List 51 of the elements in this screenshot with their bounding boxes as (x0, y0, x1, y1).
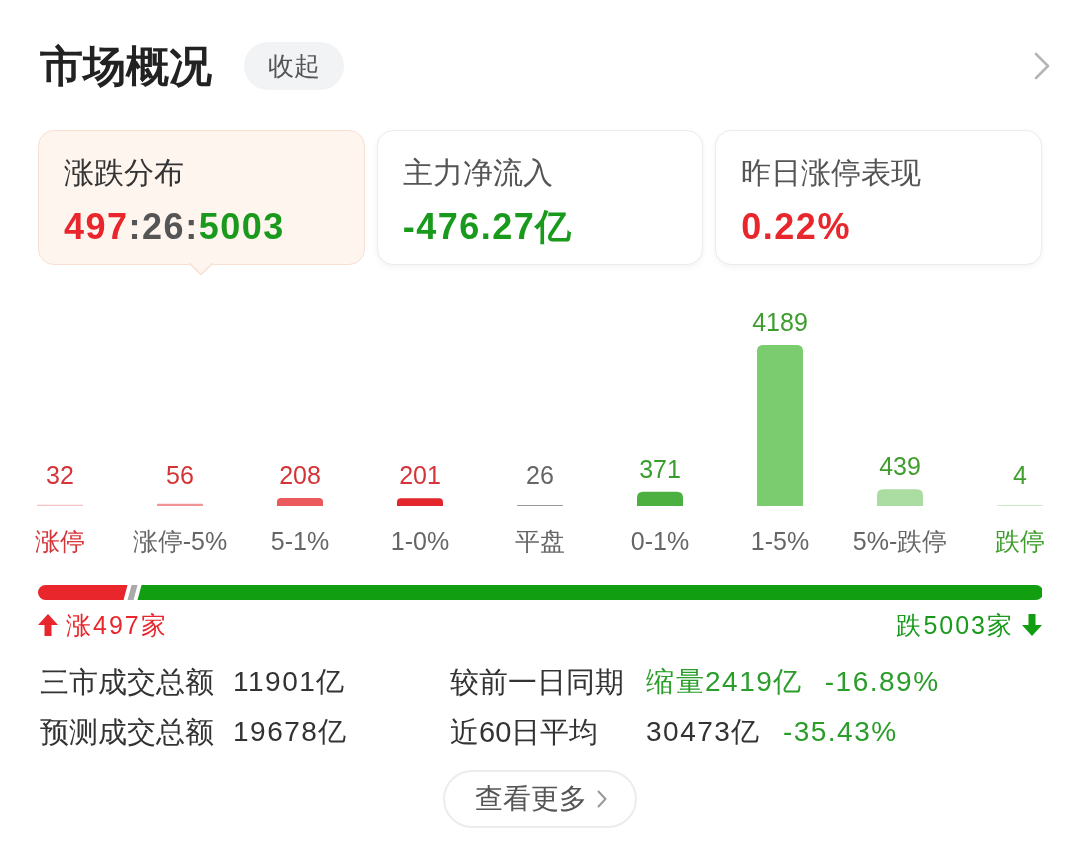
chevron-right-icon (597, 790, 607, 808)
card-value: 0.22% (741, 205, 851, 249)
category-label: 平盘 (515, 527, 565, 555)
value-label: 201 (399, 461, 441, 489)
fall-count-label: 跌5003家 (896, 609, 1014, 641)
stat-label: 预测成交总额 (40, 715, 215, 750)
value-label: 439 (879, 452, 921, 481)
card-value: 497:26:5003 (64, 205, 285, 249)
stat-value: 缩量2419亿 (646, 665, 803, 699)
category-label: 跌停 (995, 527, 1045, 555)
chart-bar (877, 489, 923, 506)
collapse-button[interactable]: 收起 (244, 42, 344, 90)
rise-count-label: 涨497家 (66, 609, 168, 641)
section-title: 市场概况 (40, 41, 212, 92)
card-value: -476.27亿 (402, 205, 573, 249)
card-pointer-icon (189, 263, 214, 275)
category-label: 涨停-5% (132, 527, 228, 555)
chart-bar (397, 498, 443, 506)
stat-label: 较前一日同期 (450, 665, 625, 700)
chart-bar (637, 491, 683, 506)
category-label: 涨停 (35, 527, 85, 555)
stat-label: 近60日平均 (450, 715, 600, 750)
value-label: 4189 (752, 308, 808, 336)
down-arrow-icon (1022, 614, 1042, 636)
up-arrow-icon (38, 614, 58, 636)
stat-value: 19678亿 (233, 715, 348, 749)
stat-value: -16.89% (824, 665, 940, 699)
more-button[interactable]: 查看更多 (443, 770, 637, 828)
category-label: 1-5% (750, 527, 810, 555)
stat-label: 三市成交总额 (40, 665, 215, 700)
category-label: 5%-跌停 (852, 527, 948, 555)
chevron-right-icon[interactable] (1034, 52, 1050, 80)
card-label: 昨日涨停表现 (741, 155, 922, 191)
category-label: 1-0% (390, 527, 450, 555)
chart-bar (277, 498, 323, 506)
summary-card[interactable]: 昨日涨停表现 0.22% (715, 130, 1042, 265)
value-label: 371 (639, 454, 681, 483)
card-label: 主力净流入 (402, 155, 553, 191)
stat-value: 30473亿 (646, 715, 761, 749)
card-label: 涨跌分布 (64, 155, 184, 191)
value-label: 26 (526, 461, 554, 489)
category-label: 5-1% (270, 527, 330, 555)
chart-bar (157, 503, 203, 506)
stat-value: 11901亿 (233, 665, 346, 699)
category-label: 0-1% (630, 527, 690, 555)
stat-value: -35.43% (782, 715, 898, 749)
value-label: 208 (279, 461, 321, 489)
summary-card[interactable]: 主力净流入 -476.27亿 (376, 130, 704, 265)
value-label: 4 (1013, 461, 1027, 489)
value-label: 56 (166, 461, 194, 489)
value-label: 32 (46, 461, 74, 489)
